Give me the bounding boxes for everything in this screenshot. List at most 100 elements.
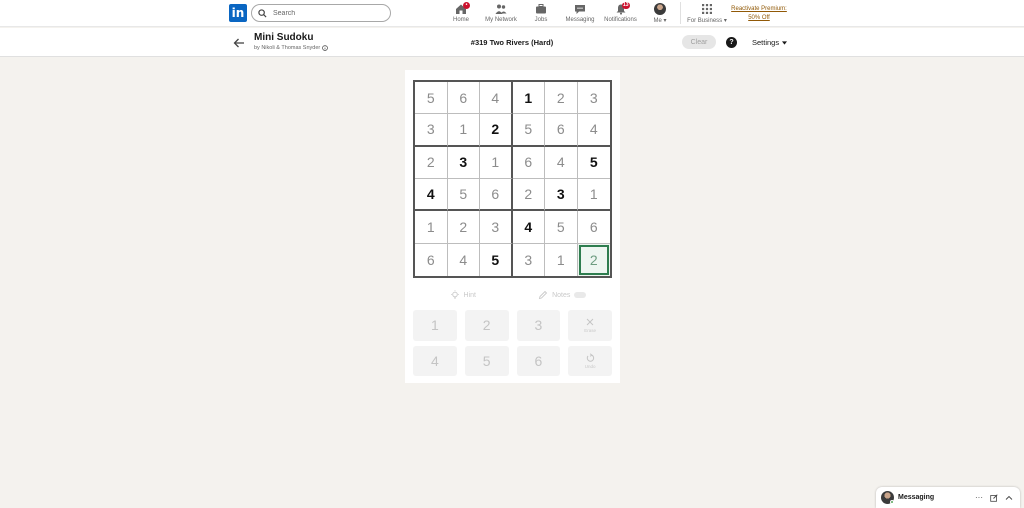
- key-3[interactable]: 3: [516, 310, 561, 341]
- sudoku-cell-r6c6[interactable]: 2: [577, 243, 610, 276]
- sudoku-cell-r1c4[interactable]: 1: [512, 82, 545, 115]
- sudoku-cell-r3c4[interactable]: 6: [512, 146, 545, 179]
- search-box[interactable]: [251, 4, 391, 22]
- sudoku-cell-r5c1[interactable]: 1: [415, 211, 448, 244]
- notes-button[interactable]: Notes: [513, 288, 613, 302]
- sudoku-cell-r4c3[interactable]: 6: [480, 178, 513, 212]
- search-icon: [258, 8, 267, 18]
- key-2[interactable]: 2: [464, 310, 509, 341]
- sudoku-cell-r2c1[interactable]: 3: [415, 114, 448, 147]
- sudoku-cell-r1c3[interactable]: 4: [480, 82, 513, 115]
- puzzle-title: #319 Two Rivers (Hard): [470, 38, 554, 47]
- sudoku-cell-r4c2[interactable]: 5: [447, 178, 480, 212]
- lightbulb-icon: [450, 290, 459, 299]
- pencil-icon: [538, 290, 548, 300]
- sudoku-cell-r4c4[interactable]: 2: [512, 178, 545, 212]
- sudoku-cell-r2c5[interactable]: 6: [545, 114, 578, 147]
- game-header: Mini Sudoku by Nikoli & Thomas Snyder #3…: [0, 28, 1024, 57]
- settings-label: Settings: [752, 38, 780, 47]
- sudoku-cell-r5c2[interactable]: 2: [447, 211, 480, 244]
- sudoku-cell-r3c1[interactable]: 2: [415, 146, 448, 179]
- nav-my-network-label: My Network: [485, 17, 517, 23]
- sudoku-cell-r6c5[interactable]: 1: [545, 243, 578, 276]
- close-icon: [586, 318, 594, 326]
- nav-my-network[interactable]: My Network: [482, 2, 520, 26]
- sudoku-cell-r6c1[interactable]: 6: [415, 243, 448, 276]
- search-input[interactable]: [273, 9, 383, 17]
- help-icon[interactable]: ?: [726, 37, 737, 48]
- key-1[interactable]: 1: [413, 310, 457, 341]
- avatar: [654, 3, 666, 15]
- global-nav: in • Home My Network Jobs Messaging 13 N…: [0, 0, 1024, 27]
- compose-icon[interactable]: [990, 493, 998, 502]
- notes-label: Notes: [552, 291, 571, 299]
- notifications-badge: 13: [622, 2, 630, 9]
- sudoku-cell-r2c3[interactable]: 2: [480, 114, 513, 147]
- byline-text: by Nikoli & Thomas Snyder: [254, 45, 321, 51]
- sudoku-cell-r3c5[interactable]: 4: [545, 146, 578, 179]
- nav-me[interactable]: Me ▾: [648, 2, 672, 26]
- more-options-icon[interactable]: ···: [975, 493, 983, 502]
- sudoku-cell-r2c2[interactable]: 1: [447, 114, 480, 147]
- premium-line-2: 50% Off: [748, 15, 770, 21]
- nav-for-business-label: For Business ▾: [687, 18, 727, 24]
- sudoku-cell-r3c6[interactable]: 5: [577, 147, 610, 179]
- nav-messaging-label: Messaging: [565, 17, 595, 23]
- nav-home[interactable]: • Home: [450, 2, 472, 26]
- chevron-up-icon[interactable]: [1005, 494, 1013, 502]
- sudoku-cell-r3c2[interactable]: 3: [447, 146, 480, 179]
- grid-apps-icon: [702, 4, 712, 14]
- undo-button[interactable]: Undo: [568, 345, 612, 376]
- notes-toggle[interactable]: [574, 292, 587, 298]
- sudoku-cell-r4c1[interactable]: 4: [415, 178, 448, 212]
- nav-messaging[interactable]: Messaging: [565, 2, 595, 26]
- sudoku-cell-r1c5[interactable]: 2: [545, 82, 578, 115]
- key-5[interactable]: 5: [464, 345, 509, 376]
- messaging-label: Messaging: [898, 494, 935, 501]
- settings-dropdown[interactable]: Settings: [752, 38, 788, 47]
- sudoku-cell-r5c6[interactable]: 6: [577, 211, 610, 244]
- game-byline: by Nikoli & Thomas Snyder: [254, 45, 329, 51]
- premium-line-1: Reactivate Premium:: [731, 6, 787, 12]
- undo-icon: [586, 353, 595, 362]
- key-6[interactable]: 6: [516, 345, 561, 376]
- sudoku-cell-r6c2[interactable]: 4: [448, 243, 480, 276]
- nav-jobs[interactable]: Jobs: [531, 2, 551, 26]
- sudoku-cell-r6c3[interactable]: 5: [480, 243, 513, 276]
- home-badge: •: [463, 2, 470, 9]
- sudoku-cell-r5c4[interactable]: 4: [512, 211, 545, 244]
- nav-divider: [680, 2, 681, 24]
- key-4[interactable]: 4: [413, 345, 457, 376]
- info-icon[interactable]: [322, 45, 329, 51]
- sudoku-cell-r2c6[interactable]: 4: [577, 114, 610, 147]
- clear-button[interactable]: Clear: [682, 35, 716, 49]
- hint-label: Hint: [463, 291, 476, 299]
- sudoku-card: 564123312564231645456231123456645312 Hin…: [405, 70, 620, 383]
- sudoku-cell-r5c3[interactable]: 3: [480, 211, 513, 244]
- sudoku-cell-r6c4[interactable]: 3: [513, 243, 545, 276]
- erase-label: Erase: [584, 328, 596, 334]
- sudoku-cell-r4c6[interactable]: 1: [577, 179, 610, 212]
- caret-down-icon: [782, 40, 788, 45]
- nav-for-business[interactable]: For Business ▾: [685, 2, 729, 26]
- sudoku-cell-r1c6[interactable]: 3: [577, 82, 610, 115]
- sudoku-cell-r4c5[interactable]: 3: [545, 178, 578, 212]
- online-status-dot: [890, 500, 894, 504]
- nav-home-label: Home: [452, 17, 469, 23]
- sudoku-cell-r2c4[interactable]: 5: [512, 114, 545, 147]
- nav-notifications[interactable]: 13 Notifications: [603, 2, 638, 26]
- messaging-overlay[interactable]: Messaging ···: [876, 487, 1020, 508]
- sudoku-cell-r1c2[interactable]: 6: [447, 82, 480, 115]
- messaging-avatar: [881, 491, 894, 504]
- erase-button[interactable]: Erase: [568, 310, 612, 341]
- reactivate-premium-link[interactable]: Reactivate Premium: 50% Off: [727, 5, 791, 23]
- hint-button[interactable]: Hint: [413, 288, 513, 302]
- nav-notifications-label: Notifications: [604, 17, 637, 23]
- linkedin-logo[interactable]: in: [229, 4, 247, 22]
- sudoku-cell-r3c3[interactable]: 1: [480, 146, 513, 179]
- sudoku-cell-r5c5[interactable]: 5: [545, 211, 578, 244]
- nav-jobs-label: Jobs: [534, 17, 548, 23]
- sudoku-cell-r1c1[interactable]: 5: [415, 82, 448, 115]
- back-arrow-icon[interactable]: [233, 37, 245, 49]
- briefcase-icon: [536, 4, 546, 14]
